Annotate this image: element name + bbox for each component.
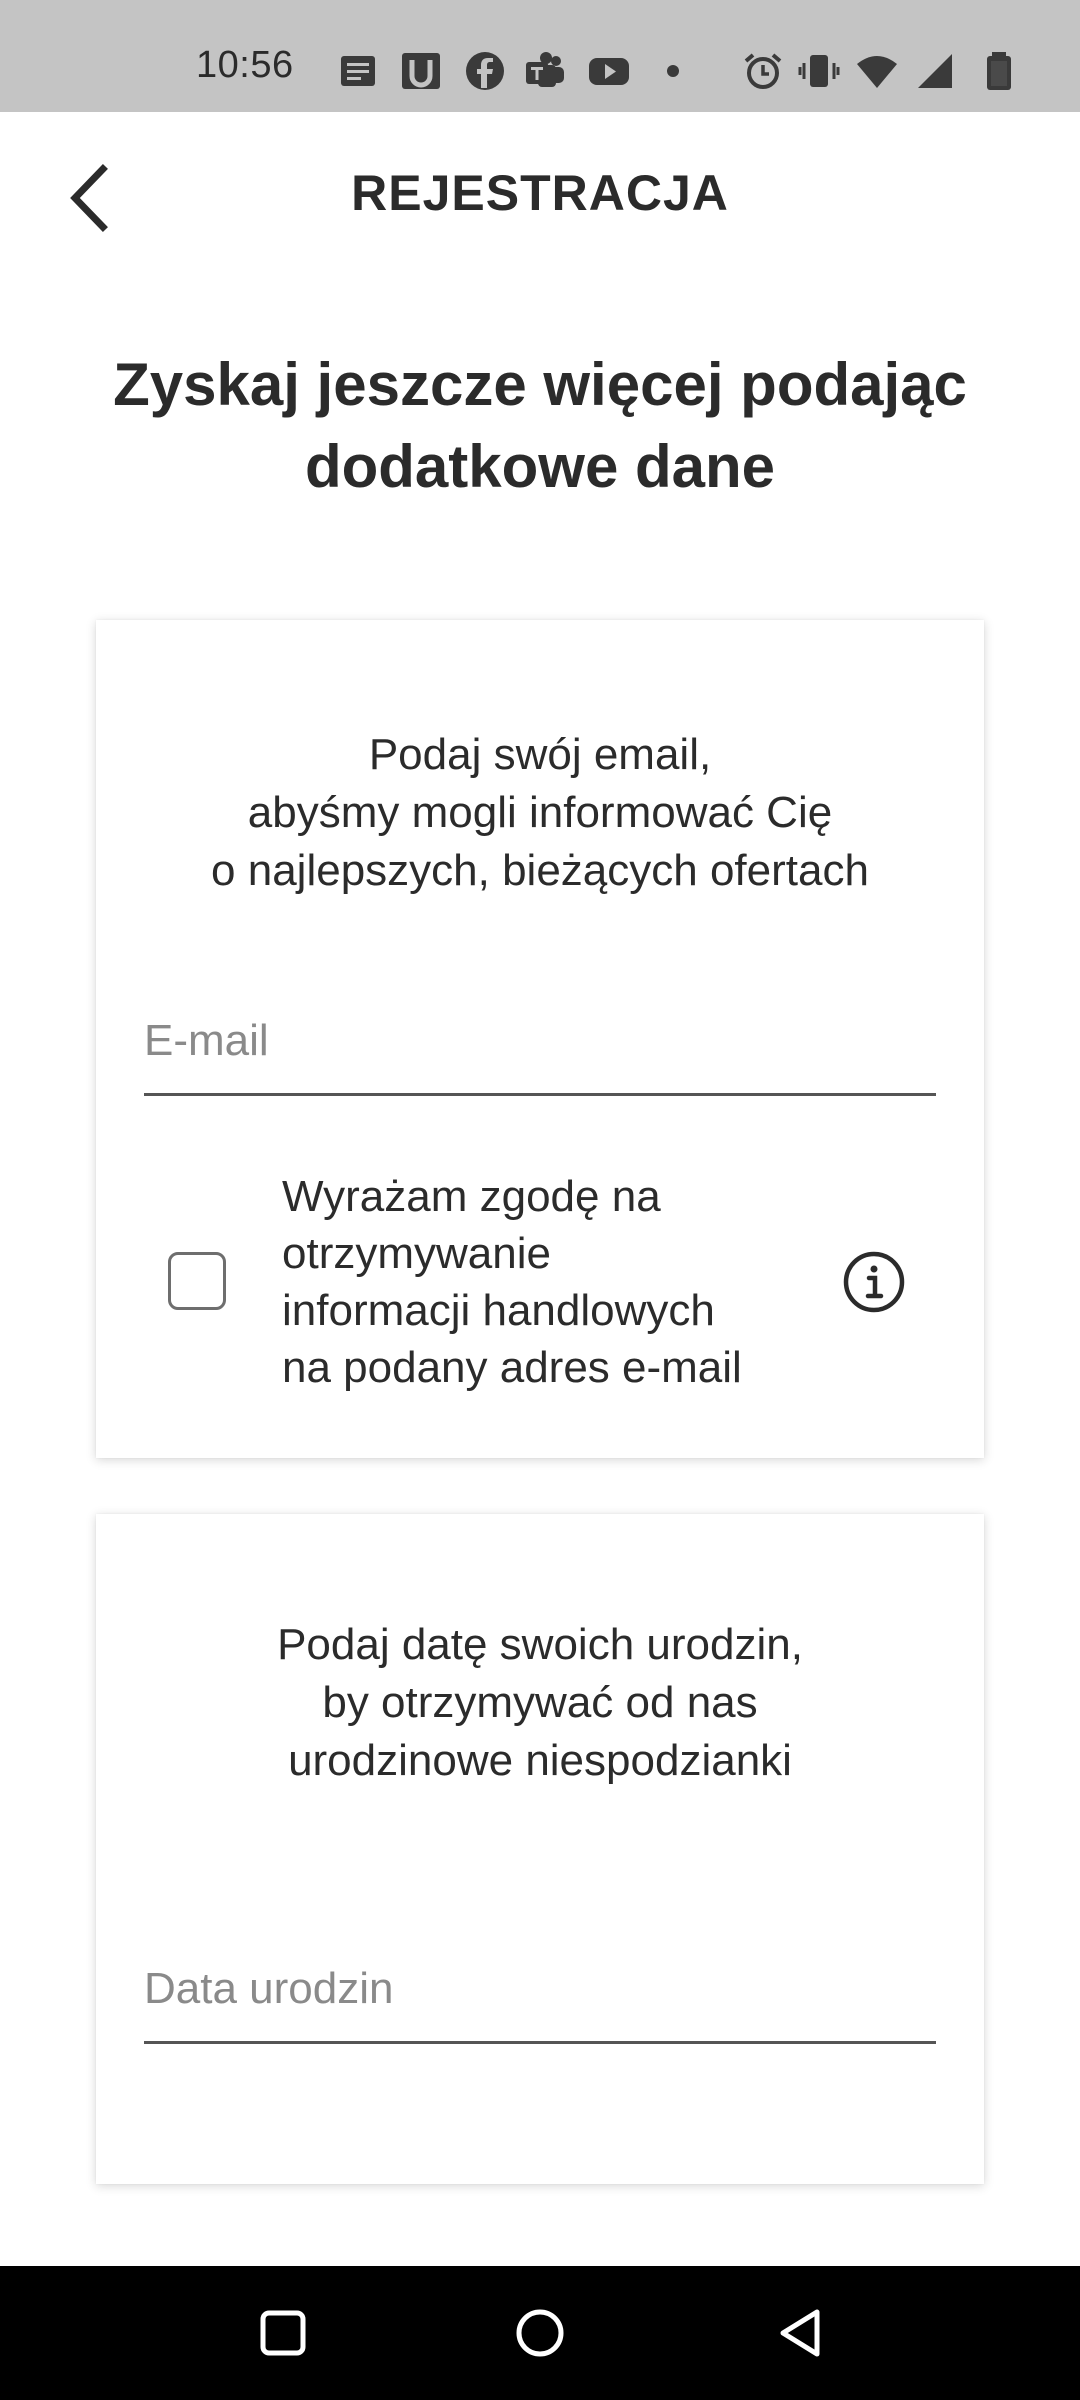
- alarm-icon: [744, 53, 782, 89]
- system-nav-bar: [0, 2266, 1080, 2400]
- birthday-card: Podaj datę swoich urodzin, by otrzymywać…: [96, 1514, 984, 2184]
- triangle-back-icon[interactable]: [765, 2298, 835, 2368]
- youtube-icon: [589, 58, 629, 85]
- battery-icon: [987, 52, 1011, 90]
- facebook-icon: [466, 52, 504, 90]
- page-title: REJESTRACJA: [351, 165, 729, 221]
- headline-line-1: Zyskaj jeszcze więcej podając: [113, 351, 967, 418]
- birthday-field[interactable]: [144, 1936, 936, 2044]
- headline: Zyskaj jeszcze więcej podając dodatkowe …: [60, 344, 1020, 508]
- consent-label-line: Wyrażam zgodę na: [282, 1172, 661, 1221]
- app-header: REJESTRACJA: [0, 112, 1080, 282]
- birthday-card-text-line: urodzinowe niespodzianki: [288, 1736, 792, 1785]
- email-card-description: Podaj swój email, abyśmy mogli informowa…: [136, 726, 944, 900]
- headline-line-2: dodatkowe dane: [304, 433, 776, 500]
- birthday-card-description: Podaj datę swoich urodzin, by otrzymywać…: [136, 1616, 944, 1790]
- birthday-card-text-line: Podaj datę swoich urodzin,: [277, 1620, 803, 1669]
- consent-label-line: na podany adres e-mail: [282, 1343, 742, 1392]
- wifi-icon: [857, 56, 897, 88]
- teams-icon: [526, 52, 564, 87]
- consent-label: Wyrażam zgodę na otrzymywanie informacji…: [282, 1168, 822, 1396]
- circle-home-icon[interactable]: [505, 2298, 575, 2368]
- status-time: 10:56: [196, 44, 294, 86]
- email-card-text-line: Podaj swój email,: [368, 730, 712, 779]
- birthday-card-text-line: by otrzymywać od nas: [322, 1678, 758, 1727]
- signal-icon: [918, 54, 952, 88]
- info-icon[interactable]: [842, 1250, 906, 1314]
- status-bar: 10:56: [0, 0, 1080, 112]
- email-card: Podaj swój email, abyśmy mogli informowa…: [96, 620, 984, 1458]
- consent-checkbox[interactable]: [168, 1252, 226, 1310]
- notes-icon: [341, 56, 375, 86]
- u-app-icon: [402, 53, 440, 89]
- email-field[interactable]: [144, 988, 936, 1096]
- email-card-text-line: abyśmy mogli informować Cię: [247, 788, 833, 837]
- square-recents-icon[interactable]: [248, 2298, 318, 2368]
- consent-label-line: otrzymywanie: [282, 1229, 551, 1278]
- vibrate-icon: [798, 55, 840, 87]
- email-card-text-line: o najlepszych, bieżących ofertach: [211, 846, 869, 895]
- dot-icon: [667, 65, 679, 77]
- consent-label-line: informacji handlowych: [282, 1286, 715, 1335]
